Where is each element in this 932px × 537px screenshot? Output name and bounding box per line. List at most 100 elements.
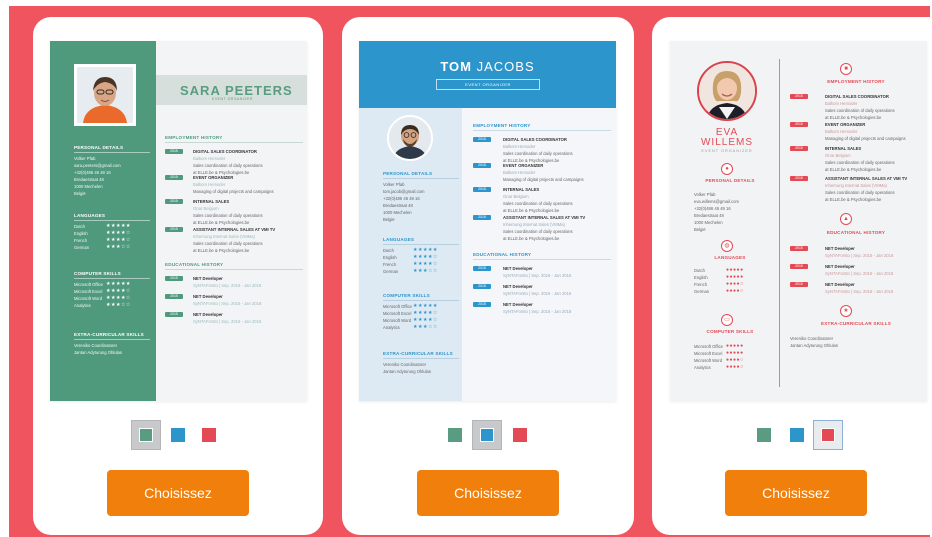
cv-preview-tom[interactable]: TOM JACOBS EVENT ORGANIZER PERSONAL DETA…: [359, 41, 616, 401]
education-entry: 2015 NET Developer SyNTAForsto | Sep. 201…: [790, 281, 924, 299]
detail-line: Vereniko Coordinatorer: [74, 343, 118, 348]
skill-row: Analytics ●●●●○: [694, 364, 744, 370]
language-row: French ★★★★☆: [74, 237, 131, 243]
detail-line: 1000 Mechelen: [74, 184, 103, 189]
swatch-green[interactable]: [756, 427, 772, 443]
skills-section: COMPUTER SKILLS Microsoft Office ★★★★★ Mi…: [74, 271, 150, 309]
personal-details: PERSONAL DETAILS Volker Pfab sara.peeter…: [74, 145, 150, 197]
language-row: French ★★★★☆: [383, 261, 438, 267]
swatch-green[interactable]: [447, 427, 463, 443]
swatch-green[interactable]: [131, 420, 161, 450]
education-entry: 2015 NET Developer SyNTAForsto | Sep. 201…: [473, 265, 611, 283]
swatch-fill: [447, 427, 463, 443]
swatch-red[interactable]: [512, 427, 528, 443]
employment-section: 2015 DIGITAL SALES COORDINATOR Balkom He…: [790, 93, 924, 205]
employment-section: EMPLOYMENT HISTORY 2015 DIGITAL SALES CO…: [473, 123, 611, 319]
star-icon: ★: [840, 305, 852, 317]
template-card-blue: TOM JACOBS EVENT ORGANIZER PERSONAL DETA…: [342, 17, 634, 535]
languages-section: LANGUAGES Dutch ★★★★★ English ★★★★☆ French…: [74, 213, 150, 251]
section-title: LANGUAGES: [74, 213, 106, 218]
cv-header: TOM JACOBS EVENT ORGANIZER: [359, 41, 616, 108]
job-entry: 2015 DIGITAL SALES COORDINATOR Balkom He…: [473, 136, 611, 163]
section-title: LANGUAGES: [383, 237, 415, 242]
job-entry: 2015 EVENT ORGANIZER Balkom Hemoder Mana…: [165, 174, 303, 198]
swatch-fill: [139, 428, 153, 442]
skill-row: Microsoft Office ●●●●●: [694, 343, 744, 349]
swatch-fill: [756, 427, 772, 443]
profile-photo: [387, 115, 433, 161]
detail-line: Bredaestraat 48: [694, 213, 724, 218]
choose-button[interactable]: Choisissez: [725, 470, 867, 516]
education-entry: 2015 NET Developer SyNTAForsto | Sep. 201…: [165, 293, 303, 311]
globe-icon: ◍: [721, 240, 733, 252]
extra-section: Vereniko Coordinatorer Jantan Adyturung …: [790, 335, 924, 349]
section-title: COMPUTER SKILLS: [383, 293, 430, 298]
template-card-red: EVA WILLEMS EVENT ORGANIZER ● PERSONAL D…: [652, 17, 932, 535]
skill-row: Analytics ★★★☆☆: [383, 324, 438, 330]
cv-role: EVENT ORGANIZER: [436, 79, 540, 90]
swatch-fill: [821, 428, 835, 442]
skill-row: Microsoft Excel ●●●●●: [694, 350, 744, 356]
section-title: COMPUTER SKILLS: [74, 271, 121, 276]
education-entry: 2015 NET Developer SyNTAForsto | Sep. 201…: [473, 283, 611, 301]
name-banner: SARA PEETERS EVENT ORGANIZER: [156, 75, 307, 105]
swatch-red[interactable]: [201, 427, 217, 443]
job-entry: 2015 INTERNAL SALES Onar Belgium Sales c…: [790, 145, 924, 175]
detail-line: Bredaestraat 48: [383, 203, 413, 208]
column-divider: [779, 59, 780, 387]
language-row: English ★★★★☆: [383, 254, 438, 260]
detail-line: Vereniko Coordinatorer: [790, 336, 834, 341]
detail-line: 1000 Mechelen: [694, 220, 723, 225]
education-entry: 2015 NET Developer SyNTAForsto | Sep. 201…: [473, 301, 611, 319]
profile-photo: [74, 64, 136, 126]
personal-details: Volker Pfab eva.willems@gmail.com +32(0)…: [694, 191, 774, 233]
skills-section: COMPUTER SKILLS Microsoft Office ★★★★★ Mi…: [383, 293, 459, 331]
section-title: EXTRA-CURRICULAR SKILLS: [74, 332, 144, 337]
detail-line: Volker Pfab: [694, 192, 716, 197]
education-entry: 2015 NET Developer SyNTAForsto | Sep. 201…: [165, 275, 303, 293]
language-row: German ★★★☆☆: [383, 268, 438, 274]
job-entry: 2015 ASSISTANT INTERNAL SALES AT VMI TV …: [473, 214, 611, 248]
skill-row: Analytics ★★★☆☆: [74, 302, 131, 308]
job-entry: 2015 INTERNAL SALES Onar Belgium Sales c…: [473, 186, 611, 214]
swatch-red[interactable]: [813, 420, 843, 450]
job-entry: 2015 INTERNAL SALES Onar Belgium Sales c…: [165, 198, 303, 226]
swatch-blue[interactable]: [472, 420, 502, 450]
language-row: English ●●●●●: [694, 274, 744, 280]
language-row: German ★★★☆☆: [74, 244, 131, 250]
computer-icon: ▭: [721, 314, 733, 326]
language-row: Dutch ★★★★★: [383, 247, 438, 253]
education-entry: 2015 NET Developer SyNTAForsto | Sep. 201…: [790, 245, 924, 263]
detail-line: tom.jacob@gmail.com: [383, 189, 425, 194]
choose-button[interactable]: Choisissez: [107, 470, 249, 516]
briefcase-icon: ■: [840, 63, 852, 75]
skill-row: Microsoft Excel ★★★★☆: [74, 288, 131, 294]
cv-role: EVENT ORGANIZER: [212, 97, 253, 101]
language-row: Dutch ●●●●●: [694, 267, 744, 273]
template-card-green: SARA PEETERS EVENT ORGANIZER PERSONAL DE…: [33, 17, 323, 535]
cv-role: EVENT ORGANIZER: [701, 149, 753, 153]
extra-section: EXTRA-CURRICULAR SKILLS Vereniko Coordin…: [74, 332, 150, 356]
job-entry: 2015 EVENT ORGANIZER Balkom Hemoder Mana…: [473, 162, 611, 186]
detail-line: Bredaestraat 48: [74, 177, 104, 182]
section-title: EMPLOYMENT HISTORY: [473, 123, 531, 128]
detail-line: België: [694, 227, 706, 232]
choose-button[interactable]: Choisissez: [417, 470, 559, 516]
education-entry: 2015 NET Developer SyNTAForsto | Sep. 201…: [790, 263, 924, 281]
language-row: Dutch ★★★★★: [74, 223, 131, 229]
section-title: EXTRA-CURRICULAR SKILLS: [821, 321, 891, 326]
section-title: LANGUAGES: [714, 255, 746, 260]
job-entry: 2015 DIGITAL SALES COORDINATOR Balkom He…: [165, 148, 303, 175]
swatch-blue[interactable]: [170, 427, 186, 443]
cv-preview-sara[interactable]: SARA PEETERS EVENT ORGANIZER PERSONAL DE…: [50, 41, 307, 401]
section-title: EXTRA-CURRICULAR SKILLS: [383, 351, 453, 356]
section-title: EDUCATIONAL HISTORY: [473, 252, 532, 257]
swatch-blue[interactable]: [789, 427, 805, 443]
detail-line: +32(0)486 46 49 16: [74, 170, 111, 175]
skill-row: Microsoft Excel ★★★★☆: [383, 310, 438, 316]
detail-line: België: [383, 217, 395, 222]
detail-line: 1000 Mechelen: [383, 210, 412, 215]
cv-preview-eva[interactable]: EVA WILLEMS EVENT ORGANIZER ● PERSONAL D…: [670, 41, 927, 401]
detail-line: +32(0)486 46 49 16: [383, 196, 420, 201]
skill-row: Microsoft Office ★★★★★: [74, 281, 131, 287]
